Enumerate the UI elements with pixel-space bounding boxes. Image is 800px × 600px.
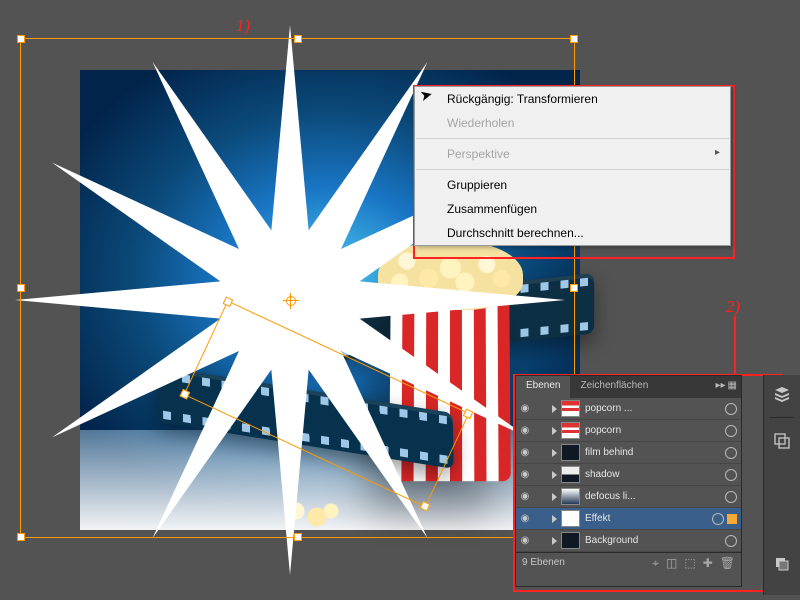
target-icon[interactable] [725,425,737,437]
layer-name[interactable]: shadow [585,469,721,480]
transform-anchor-icon[interactable] [286,296,296,306]
layer-name[interactable]: popcorn [585,425,721,436]
new-layer-icon[interactable]: ✚ [703,553,713,573]
layer-thumbnail [561,510,580,527]
layer-row[interactable]: ◉ shadow [516,464,741,486]
menu-redo: Wiederholen [415,111,730,135]
layer-row[interactable]: ◉ popcorn [516,420,741,442]
layer-name[interactable]: popcorn ... [585,403,721,414]
layer-thumbnail [561,444,580,461]
tab-layers[interactable]: Ebenen [516,376,570,398]
annotation-2: 2) [726,297,740,317]
target-icon[interactable] [725,403,737,415]
selection-handle[interactable] [570,35,578,43]
layer-thumbnail [561,532,580,549]
menu-undo[interactable]: Rückgängig: Transformieren [415,87,730,111]
visibility-toggle-icon[interactable]: ◉ [516,513,534,524]
disclosure-triangle-icon[interactable] [552,493,557,501]
locate-object-icon[interactable]: ⌖ [652,553,659,573]
layers-panel: Ebenen Zeichenflächen ▸▸ ▦ ◉popcorn ...◉… [515,375,742,587]
delete-layer-icon[interactable]: 🗑 [720,553,735,573]
tab-artboards[interactable]: Zeichenflächen [570,376,658,398]
selection-handle[interactable] [17,35,25,43]
target-icon[interactable] [725,491,737,503]
visibility-toggle-icon[interactable]: ◉ [516,469,534,480]
layer-thumbnail [561,488,580,505]
target-icon[interactable] [725,535,737,547]
layer-thumbnail [561,400,580,417]
visibility-toggle-icon[interactable]: ◉ [516,425,534,436]
disclosure-triangle-icon[interactable] [552,471,557,479]
layer-row[interactable]: ◉ Effekt [516,508,741,530]
layer-row[interactable]: ◉ film behind [516,442,741,464]
visibility-toggle-icon[interactable]: ◉ [516,447,534,458]
visibility-toggle-icon[interactable]: ◉ [516,535,534,546]
selection-color-swatch [727,514,737,524]
visibility-toggle-icon[interactable]: ◉ [516,491,534,502]
layer-thumbnail [561,422,580,439]
layers-icon[interactable] [773,385,791,403]
target-icon[interactable] [712,513,724,525]
disclosure-triangle-icon[interactable] [552,515,557,523]
stacked-panels-icon[interactable] [773,555,791,573]
layer-count: 9 Ebenen [522,553,565,573]
layer-thumbnail [561,466,580,483]
artboards-icon[interactable] [773,432,791,450]
layer-name[interactable]: Effekt [585,513,708,524]
layer-name[interactable]: film behind [585,447,721,458]
layer-name[interactable]: defocus li... [585,491,721,502]
menu-join[interactable]: Zusammenfügen [415,197,730,221]
layer-row[interactable]: ◉ Background [516,530,741,552]
layer-name[interactable]: Background [585,535,721,546]
disclosure-triangle-icon[interactable] [552,405,557,413]
panel-dock [763,375,800,595]
panel-menu-icon[interactable]: ▦ [728,380,737,398]
selection-handle[interactable] [17,533,25,541]
annotation-1: 1) [236,16,250,36]
panel-collapse-icon[interactable]: ▸▸ [716,380,726,398]
menu-perspective: Perspektive [415,142,730,166]
visibility-toggle-icon[interactable]: ◉ [516,403,534,414]
layer-row[interactable]: ◉ defocus li... [516,486,741,508]
layer-row[interactable]: ◉ popcorn ... [516,398,741,420]
target-icon[interactable] [725,469,737,481]
disclosure-triangle-icon[interactable] [552,537,557,545]
disclosure-triangle-icon[interactable] [552,449,557,457]
menu-group[interactable]: Gruppieren [415,173,730,197]
context-menu: Rückgängig: Transformieren Wiederholen P… [414,86,731,246]
disclosure-triangle-icon[interactable] [552,427,557,435]
target-icon[interactable] [725,447,737,459]
menu-average[interactable]: Durchschnitt berechnen... [415,221,730,245]
new-sublayer-icon[interactable]: ⬚ [684,553,695,573]
make-clipping-mask-icon[interactable]: ◫ [666,553,677,573]
